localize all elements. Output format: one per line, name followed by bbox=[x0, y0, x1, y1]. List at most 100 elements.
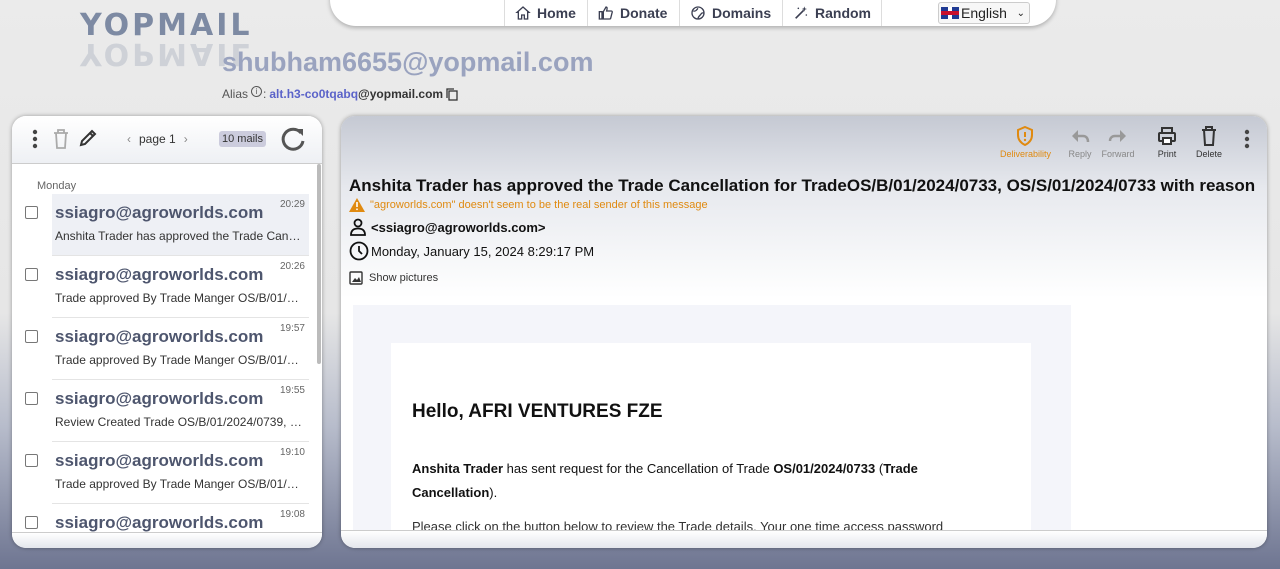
mail-subject: Trade approved By Trade Manger OS/B/01/2… bbox=[55, 477, 305, 491]
date-row: Monday, January 15, 2024 8:29:17 PM bbox=[349, 241, 594, 261]
list-bottom-bar bbox=[12, 532, 322, 548]
nav-donate[interactable]: Donate bbox=[587, 0, 677, 26]
mail-checkbox[interactable] bbox=[25, 206, 38, 219]
page-label: page 1 bbox=[139, 132, 176, 146]
deliverability-label: Deliverability bbox=[1000, 149, 1052, 159]
body-paragraph: Anshita Trader has sent request for the … bbox=[412, 457, 982, 505]
mail-item[interactable]: ssiagro@agroworlds.com 19:57 Trade appro… bbox=[25, 318, 309, 380]
trade-id: OS/01/2024/0733 bbox=[773, 461, 876, 476]
trash-icon[interactable] bbox=[52, 128, 70, 150]
nav-random-label: Random bbox=[815, 5, 871, 21]
mail-from: ssiagro@agroworlds.com bbox=[55, 203, 264, 222]
mail-from: ssiagro@agroworlds.com bbox=[55, 265, 264, 284]
message-panel: Deliverability Reply Forward Print Delet… bbox=[341, 116, 1267, 548]
info-icon[interactable]: i bbox=[251, 85, 263, 97]
mail-checkbox[interactable] bbox=[25, 330, 38, 343]
delete-label: Delete bbox=[1195, 149, 1222, 159]
nav-domains-label: Domains bbox=[712, 5, 772, 21]
thumbs-up-icon bbox=[598, 6, 613, 20]
mail-count-badge: 10 mails bbox=[219, 131, 266, 147]
warning-icon bbox=[349, 198, 365, 212]
greeting: Hello, AFRI VENTURES FZE bbox=[412, 401, 663, 422]
nav-home[interactable]: Home bbox=[504, 0, 586, 26]
user-icon bbox=[350, 218, 366, 236]
forward-label: Forward bbox=[1101, 149, 1135, 159]
chevron-down-icon: ⌄ bbox=[1016, 7, 1025, 19]
mail-checkbox[interactable] bbox=[25, 516, 38, 529]
day-label: Monday bbox=[37, 180, 77, 192]
message-card: Hello, AFRI VENTURES FZE Anshita Trader … bbox=[391, 343, 1031, 548]
message-bottom-bar bbox=[341, 530, 1267, 548]
language-label: English bbox=[961, 5, 1007, 21]
mail-item[interactable]: ssiagro@agroworlds.com 19:10 Trade appro… bbox=[25, 442, 309, 504]
more-vertical-icon[interactable] bbox=[1242, 128, 1252, 150]
pager: ‹ page 1 › bbox=[127, 132, 188, 146]
body-text: has sent request for the Cancellation of… bbox=[503, 461, 774, 476]
sender-address: <ssiagro@agroworlds.com> bbox=[371, 219, 546, 235]
paren-open: ( bbox=[875, 461, 884, 476]
magic-wand-icon bbox=[795, 6, 808, 19]
home-icon bbox=[515, 6, 531, 20]
deliverability-button[interactable]: Deliverability bbox=[1000, 126, 1052, 159]
message-date: Monday, January 15, 2024 8:29:17 PM bbox=[371, 243, 595, 259]
print-label: Print bbox=[1157, 149, 1177, 159]
language-select[interactable]: English ⌄ bbox=[938, 2, 1030, 24]
sender-warning: "agroworlds.com" doesn't seem to be the … bbox=[349, 198, 708, 212]
top-navigation: Home Donate Domains Random English ⌄ bbox=[330, 0, 1056, 26]
mail-list: ssiagro@agroworlds.com 20:29 Anshita Tra… bbox=[12, 194, 309, 548]
reply-label: Reply bbox=[1068, 149, 1092, 159]
pencil-icon[interactable] bbox=[78, 128, 98, 148]
copy-icon[interactable] bbox=[446, 87, 458, 101]
nav-domains[interactable]: Domains bbox=[679, 0, 781, 26]
forward-button[interactable]: Forward bbox=[1093, 126, 1143, 159]
sender-row: <ssiagro@agroworlds.com> bbox=[349, 218, 546, 236]
mail-subject: Review Created Trade OS/B/01/2024/0739, … bbox=[55, 415, 305, 429]
mail-item[interactable]: ssiagro@agroworlds.com 20:29 Anshita Tra… bbox=[25, 194, 309, 256]
mail-time: 19:57 bbox=[279, 323, 305, 334]
mail-item[interactable]: ssiagro@agroworlds.com 19:55 Review Crea… bbox=[25, 380, 309, 442]
show-pictures-label: Show pictures bbox=[369, 272, 439, 284]
globe-icon bbox=[691, 6, 705, 20]
nav-donate-label: Donate bbox=[620, 5, 668, 21]
message-body: Hello, AFRI VENTURES FZE Anshita Trader … bbox=[353, 305, 1071, 548]
sender-name: Anshita Trader bbox=[412, 461, 504, 476]
mail-item[interactable]: ssiagro@agroworlds.com 20:26 Trade appro… bbox=[25, 256, 309, 318]
mail-checkbox[interactable] bbox=[25, 268, 38, 281]
alias-value[interactable]: alt.h3-co0tqabq bbox=[269, 87, 358, 101]
alias-label: Alias bbox=[222, 87, 249, 101]
mail-time: 19:10 bbox=[279, 447, 305, 458]
mail-from: ssiagro@agroworlds.com bbox=[55, 327, 264, 346]
nav-random[interactable]: Random bbox=[782, 0, 881, 26]
mail-time: 19:08 bbox=[279, 509, 305, 520]
mail-from: ssiagro@agroworlds.com bbox=[55, 513, 264, 532]
alias-domain: @yopmail.com bbox=[358, 87, 444, 101]
uk-flag-icon bbox=[941, 7, 959, 19]
mail-from: ssiagro@agroworlds.com bbox=[55, 389, 264, 408]
more-vertical-icon[interactable] bbox=[30, 128, 40, 150]
delete-button[interactable]: Delete bbox=[1184, 126, 1234, 159]
show-pictures-button[interactable]: Show pictures bbox=[349, 271, 438, 285]
list-toolbar: ‹ page 1 › 10 mails bbox=[12, 116, 322, 164]
printer-icon bbox=[1158, 127, 1176, 145]
forward-icon bbox=[1108, 130, 1126, 142]
chevron-left-icon[interactable]: ‹ bbox=[127, 132, 131, 146]
mail-checkbox[interactable] bbox=[25, 392, 38, 405]
image-icon bbox=[349, 271, 363, 285]
shield-alert-icon bbox=[1017, 126, 1033, 146]
mail-time: 19:55 bbox=[279, 385, 305, 396]
mail-from: ssiagro@agroworlds.com bbox=[55, 451, 264, 470]
message-subject: Anshita Trader has approved the Trade Ca… bbox=[349, 176, 1256, 195]
mail-subject: Trade approved By Trade Manger OS/B/01/2… bbox=[55, 353, 305, 367]
chevron-right-icon[interactable]: › bbox=[184, 132, 188, 146]
mail-subject: Trade approved By Trade Manger OS/B/01/2… bbox=[55, 291, 305, 305]
trash-icon bbox=[1202, 126, 1216, 146]
reply-icon bbox=[1072, 130, 1090, 143]
message-header: Deliverability Reply Forward Print Delet… bbox=[341, 116, 1267, 298]
mail-subject: Anshita Trader has approved the Trade Ca… bbox=[55, 229, 305, 243]
refresh-icon[interactable] bbox=[279, 125, 307, 153]
list-scrollbar[interactable] bbox=[317, 164, 321, 364]
nav-home-label: Home bbox=[537, 5, 576, 21]
mail-checkbox[interactable] bbox=[25, 454, 38, 467]
nav-divider bbox=[881, 0, 882, 26]
clock-icon bbox=[349, 241, 369, 261]
